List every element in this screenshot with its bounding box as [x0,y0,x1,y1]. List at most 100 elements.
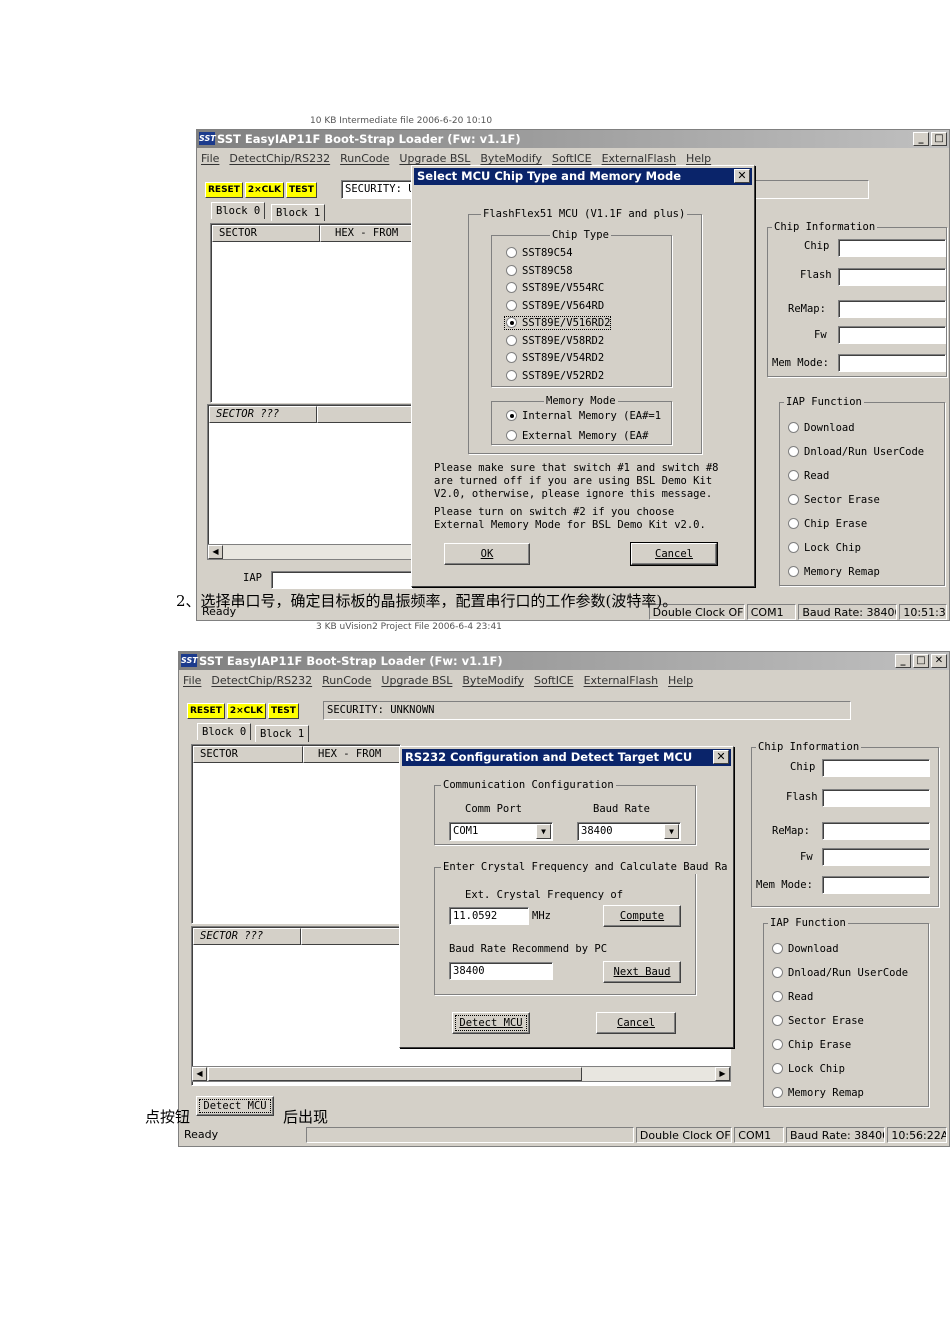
ok-button[interactable]: OK [444,543,530,565]
radio-chip-6[interactable]: SST89E/V54RD2 [504,351,604,365]
radio-download[interactable]: Download [786,421,855,435]
radio-chip-7[interactable]: SST89E/V52RD2 [504,369,604,383]
menu-help-2[interactable]: Help [668,672,693,689]
radio-external-memory[interactable]: External Memory (EA# [504,429,648,443]
menu-detectchip[interactable]: DetectChip/RS232 [229,150,330,167]
tab-block-1[interactable]: Block 1 [271,204,326,221]
radio-sector-erase-2[interactable]: Sector Erase [770,1014,864,1028]
radio-sector-erase[interactable]: Sector Erase [786,493,880,507]
column-header-sector[interactable]: SECTOR [212,225,320,242]
select-mcu-dialog: Select MCU Chip Type and Memory Mode ✕ F… [411,165,755,587]
radio-download-2[interactable]: Download [770,942,839,956]
minimize-button[interactable]: _ [913,132,929,146]
radio-chip-2[interactable]: SST89E/V554RC [504,281,604,295]
status-baud: Baud Rate: 38400 [798,604,898,620]
radio-dnload-run-2[interactable]: Dnload/Run UserCode [770,966,908,980]
horizontal-scrollbar-2[interactable]: ◀ ▶ [191,1066,731,1082]
2xclk-button[interactable]: 2×CLK [244,182,284,198]
crystal-label: Ext. Crystal Frequency of [465,889,624,901]
detect-mcu-inline-button[interactable]: Detect MCU [196,1096,274,1116]
menu-softice-2[interactable]: SoftICE [534,672,574,689]
cancel-button-2[interactable]: Cancel [596,1012,676,1034]
chevron-down-icon[interactable]: ▼ [536,824,551,839]
column-header-hex-from[interactable]: HEX - FROM [320,225,420,242]
memory-mode-group: Memory Mode Internal Memory (EA#=1 Exter… [491,394,672,445]
radio-lock-chip[interactable]: Lock Chip [786,541,861,555]
close-icon-2[interactable]: ✕ [713,750,729,764]
horizontal-scrollbar[interactable]: ◀ [207,544,413,560]
note-line-5: External Memory Mode for BSL Demo Kit v2… [434,519,706,531]
test-button[interactable]: TEST [285,182,317,198]
radio-dnload-run[interactable]: Dnload/Run UserCode [786,445,924,459]
scroll-thumb[interactable] [208,1067,582,1081]
status-bar-2: Ready Double Clock OFF COM1 Baud Rate: 3… [179,1126,949,1144]
menu-file-2[interactable]: File [183,672,201,689]
iap-label: IAP [243,572,262,584]
tab-block-1-2[interactable]: Block 1 [255,725,310,742]
scroll-right-icon-2[interactable]: ▶ [715,1067,730,1081]
toolbar-2: RESET 2×CLK TEST [187,698,299,724]
baud-rate-select[interactable]: 38400 ▼ [577,822,681,841]
sst-logo-icon: SST [199,132,216,145]
tab-block-0-2[interactable]: Block 0 [197,723,252,740]
menu-runcode[interactable]: RunCode [340,150,389,167]
column-header-hex-from-w2[interactable]: HEX - FROM [303,746,403,763]
radio-read[interactable]: Read [786,469,829,483]
next-baud-button[interactable]: Next Baud [603,961,681,983]
menu-file[interactable]: File [201,150,219,167]
flash-label: Flash [800,269,832,281]
memory-mode-label: Memory Mode [544,394,618,408]
menu-externalflash-2[interactable]: ExternalFlash [584,672,658,689]
sector-list-w2[interactable]: SECTOR HEX - FROM [191,744,403,924]
comm-port-select[interactable]: COM1 ▼ [449,822,553,841]
maximize-button[interactable]: □ [931,132,947,146]
column-header-sector-2[interactable]: SECTOR ??? [209,406,317,423]
column-header-sector-w2[interactable]: SECTOR [193,746,303,763]
tab-block-0[interactable]: Block 0 [211,202,266,219]
recommend-label: Baud Rate Recommend by PC [449,943,608,955]
reset-button[interactable]: RESET [205,182,243,198]
radio-chip-erase-2[interactable]: Chip Erase [770,1038,851,1052]
close-button-2[interactable]: ✕ [931,654,947,668]
test-button-2[interactable]: TEST [267,703,299,719]
sector-list[interactable]: SECTOR HEX - FROM [210,223,420,403]
radio-internal-memory[interactable]: Internal Memory (EA#=1 [504,409,661,423]
status-com-2: COM1 [734,1127,784,1143]
title-bar-2: SST SST EasyIAP11F Boot-Strap Loader (Fw… [179,652,949,670]
scroll-left-icon-2[interactable]: ◀ [192,1067,207,1081]
maximize-button-2[interactable]: □ [913,654,929,668]
cancel-button[interactable]: Cancel [630,542,718,566]
radio-read-2[interactable]: Read [770,990,813,1004]
click-caption-pre: 点按钮 [145,1108,191,1126]
radio-chip-5[interactable]: SST89E/V58RD2 [504,334,604,348]
menu-upgrade-bsl-2[interactable]: Upgrade BSL [381,672,452,689]
chevron-down-icon-2[interactable]: ▼ [664,824,679,839]
recommend-input[interactable] [449,962,553,980]
remap-field-2 [822,822,930,840]
scroll-left-icon[interactable]: ◀ [208,545,223,559]
menu-runcode-2[interactable]: RunCode [322,672,371,689]
radio-memory-remap[interactable]: Memory Remap [786,565,880,579]
radio-chip-0[interactable]: SST89C54 [504,246,573,260]
crystal-input[interactable] [449,907,529,925]
radio-chip-4-selected[interactable]: SST89E/V516RD2 [504,316,611,330]
dialog-title-bar: Select MCU Chip Type and Memory Mode ✕ [414,168,752,185]
column-header-blank-w2[interactable] [301,928,411,945]
radio-chip-1[interactable]: SST89C58 [504,264,573,278]
reset-button-2[interactable]: RESET [187,703,225,719]
close-icon[interactable]: ✕ [734,169,750,183]
menu-detectchip-2[interactable]: DetectChip/RS232 [211,672,312,689]
2xclk-button-2[interactable]: 2×CLK [226,703,266,719]
radio-lock-chip-2[interactable]: Lock Chip [770,1062,845,1076]
compute-button[interactable]: Compute [603,905,681,927]
sector-list-2[interactable]: SECTOR ??? [207,404,415,559]
minimize-button-2[interactable]: _ [895,654,911,668]
detect-mcu-button[interactable]: Detect MCU [452,1012,530,1034]
file-list-fragment: 10 KB Intermediate file 2006-6-20 10:10 [310,116,493,126]
radio-memory-remap-2[interactable]: Memory Remap [770,1086,864,1100]
column-header-sector-2-w2[interactable]: SECTOR ??? [193,928,301,945]
menu-bytemodify-2[interactable]: ByteModify [462,672,524,689]
radio-chip-3[interactable]: SST89E/V564RD [504,299,604,313]
radio-chip-erase[interactable]: Chip Erase [786,517,867,531]
column-header-blank[interactable] [317,406,415,423]
